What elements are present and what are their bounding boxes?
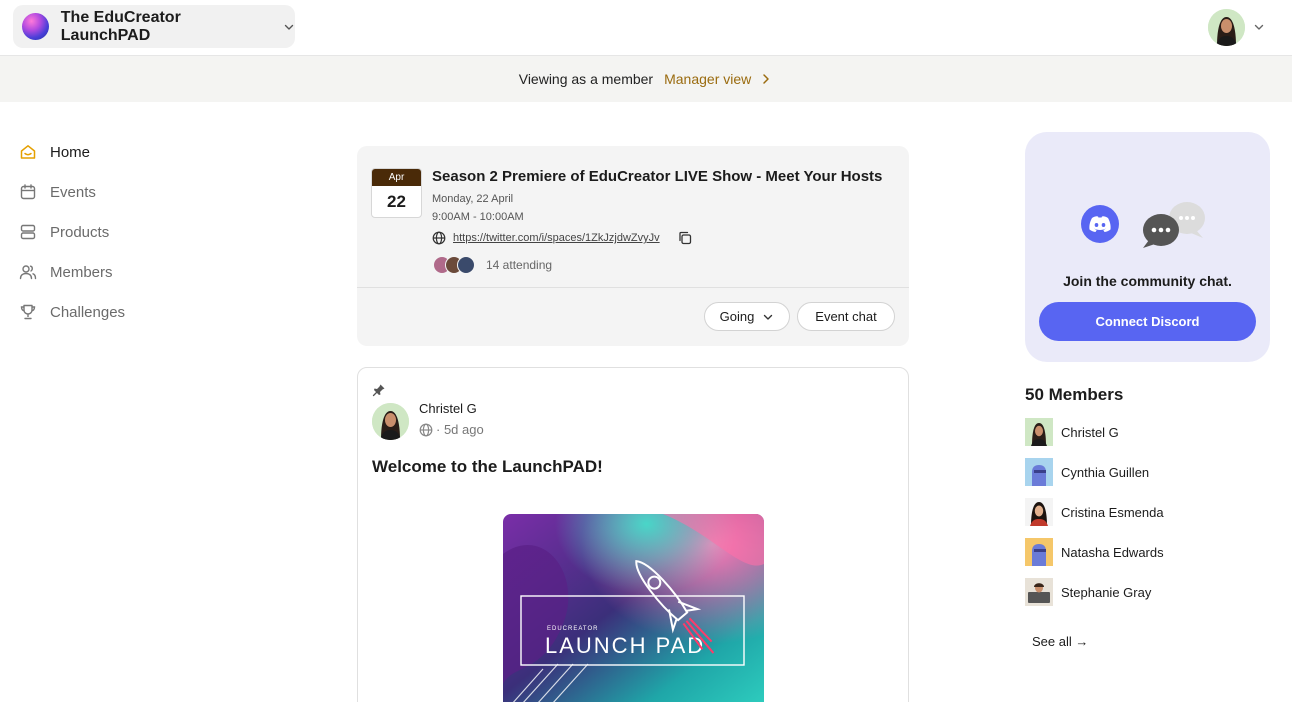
sidebar-item-label: Events — [50, 183, 96, 201]
member-name: Christel G — [1061, 424, 1119, 440]
event-chat-label: Event chat — [815, 309, 877, 324]
top-bar: The EduCreator LaunchPAD — [0, 0, 1292, 56]
post-author-avatar[interactable] — [372, 403, 409, 440]
member-name: Cynthia Guillen — [1061, 464, 1150, 480]
chat-bubbles-icon — [1141, 200, 1207, 248]
copy-icon[interactable] — [677, 230, 693, 246]
chevron-down-icon — [764, 314, 773, 320]
event-link[interactable]: https://twitter.com/i/spaces/1ZkJzjdwZvy… — [453, 232, 660, 244]
sidebar-item-members[interactable]: Members — [18, 252, 218, 292]
member-name: Cristina Esmenda — [1061, 504, 1164, 520]
community-logo — [22, 13, 49, 40]
home-icon — [18, 142, 38, 162]
event-date: Monday, 22 April — [432, 193, 514, 205]
member-row[interactable]: Natasha Edwards — [1025, 532, 1275, 572]
post-image-big-text: LAUNCH PAD — [545, 633, 705, 658]
manager-view-label: Manager view — [664, 71, 752, 87]
sidebar-item-label: Home — [50, 143, 91, 161]
divider — [357, 287, 909, 288]
event-day: 22 — [387, 192, 406, 211]
viewing-as-text: Viewing as a member — [518, 71, 654, 87]
event-title[interactable]: Season 2 Premiere of EduCreator LIVE Sho… — [432, 168, 882, 185]
member-row[interactable]: Stephanie Gray — [1025, 572, 1275, 612]
member-row[interactable]: Cynthia Guillen — [1025, 452, 1275, 492]
member-avatar — [1025, 578, 1053, 606]
members-icon — [18, 262, 38, 282]
post-time: · 5d ago — [436, 422, 484, 437]
products-icon — [18, 222, 38, 242]
member-avatar — [1025, 538, 1053, 566]
calendar-icon — [18, 182, 38, 202]
sidebar-nav: Home Events Products Members Challenges — [18, 132, 218, 332]
member-row[interactable]: Cristina Esmenda — [1025, 492, 1275, 532]
post-meta: · 5d ago — [419, 422, 484, 437]
member-view-bar: Viewing as a member Manager view — [0, 56, 1292, 102]
member-avatar — [1025, 498, 1053, 526]
globe-icon — [419, 423, 433, 436]
sidebar-item-label: Members — [50, 263, 113, 281]
member-name: Natasha Edwards — [1061, 544, 1164, 560]
community-switcher[interactable]: The EduCreator LaunchPAD — [13, 5, 295, 48]
chevron-down-icon — [1253, 21, 1265, 33]
post-author-name[interactable]: Christel G — [419, 401, 477, 416]
community-name: The EduCreator LaunchPAD — [60, 8, 181, 44]
manager-view-link[interactable]: Manager view — [664, 71, 773, 87]
sidebar-item-products[interactable]: Products — [18, 212, 218, 252]
pin-icon — [372, 384, 385, 397]
event-card[interactable]: Apr 22 Season 2 Premiere of EduCreator L… — [357, 146, 909, 346]
globe-icon — [432, 231, 446, 245]
going-label: Going — [719, 309, 755, 324]
see-all-members-link[interactable]: See all → — [1032, 634, 1088, 649]
chevron-down-icon — [283, 21, 295, 33]
sidebar-item-label: Products — [50, 223, 110, 241]
discord-card: Join the community chat. Connect Discord — [1025, 132, 1270, 362]
member-avatar — [1025, 418, 1053, 446]
event-month: Apr — [372, 169, 421, 186]
sidebar-item-label: Challenges — [50, 303, 126, 321]
event-date-badge: Apr 22 — [371, 168, 422, 218]
event-link-row: https://twitter.com/i/spaces/1ZkJzjdwZvy… — [432, 230, 693, 246]
event-chat-button[interactable]: Event chat — [797, 302, 895, 331]
post-image[interactable]: EDUCREATOR LAUNCH PAD — [503, 514, 764, 702]
attendee-avatar — [457, 256, 475, 274]
user-menu[interactable] — [1208, 8, 1268, 46]
chevron-right-icon — [763, 74, 770, 84]
attendees-row[interactable]: 14 attending — [433, 256, 552, 274]
sidebar-item-home[interactable]: Home — [18, 132, 218, 172]
going-dropdown-button[interactable]: Going — [704, 302, 790, 331]
connect-discord-button[interactable]: Connect Discord — [1039, 302, 1256, 341]
trophy-icon — [18, 302, 38, 322]
sidebar-item-challenges[interactable]: Challenges — [18, 292, 218, 332]
members-list: Christel G Cynthia Guillen Cristina Esme… — [1025, 412, 1275, 612]
post-card[interactable]: Christel G · 5d ago Welcome to the Launc… — [357, 367, 909, 702]
member-name: Stephanie Gray — [1061, 584, 1152, 600]
attending-count: 14 attending — [486, 258, 553, 272]
member-row[interactable]: Christel G — [1025, 412, 1275, 452]
member-avatar — [1025, 458, 1053, 486]
post-title: Welcome to the LaunchPAD! — [372, 457, 603, 476]
join-chat-text: Join the community chat. — [1063, 273, 1232, 289]
user-avatar — [1208, 8, 1245, 46]
event-time: 9:00AM - 10:00AM — [432, 211, 524, 223]
members-count-title: 50 Members — [1025, 385, 1124, 404]
discord-icon — [1081, 205, 1119, 243]
sidebar-item-events[interactable]: Events — [18, 172, 218, 212]
post-image-small-text: EDUCREATOR — [547, 626, 598, 632]
